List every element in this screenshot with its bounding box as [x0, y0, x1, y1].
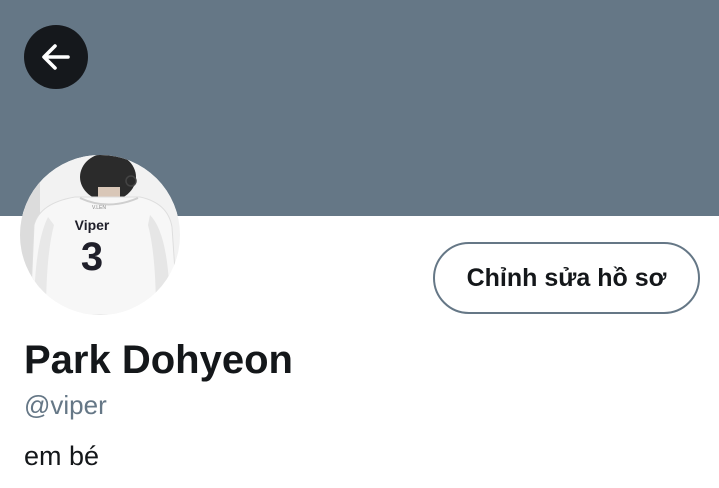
arrow-left-icon — [38, 39, 74, 75]
display-name: Park Dohyeon — [24, 338, 293, 382]
avatar[interactable]: V.LEN Viper 3 — [20, 155, 180, 315]
user-bio: em bé — [24, 441, 100, 471]
back-button[interactable] — [24, 25, 88, 89]
avatar-jersey-number: 3 — [81, 235, 103, 279]
user-handle: @viper — [24, 390, 107, 420]
avatar-jersey-name: Viper — [75, 217, 110, 233]
svg-text:V.LEN: V.LEN — [92, 205, 106, 211]
edit-profile-button[interactable]: Chỉnh sửa hồ sơ — [433, 242, 700, 314]
